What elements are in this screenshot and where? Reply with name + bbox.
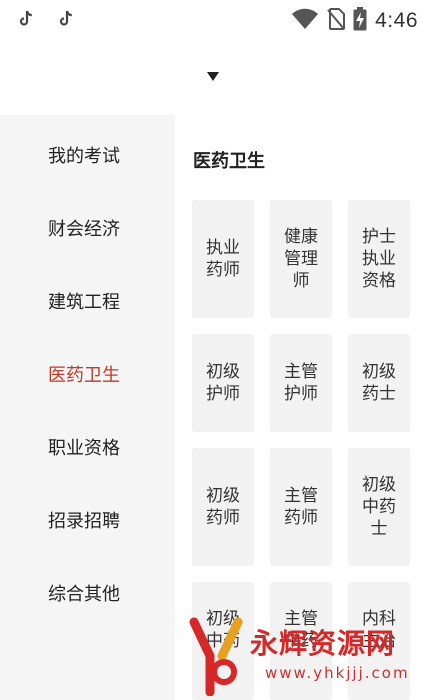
exam-card[interactable]: 初级药师: [192, 448, 254, 566]
exam-card[interactable]: 初级中药士: [348, 448, 410, 566]
clock: 4:46: [375, 9, 418, 32]
sidebar-item-label: 职业资格: [48, 438, 120, 459]
exam-card[interactable]: 主管药师: [270, 448, 332, 566]
sidebar-item-finance[interactable]: 财会经济: [0, 208, 175, 248]
exam-card[interactable]: 主管护师: [270, 334, 332, 432]
category-sidebar: 我的考试 财会经济 建筑工程 医药卫生 职业资格 招录招聘 综合其他: [0, 115, 175, 700]
exam-card-label: 初级药师: [206, 486, 240, 528]
exam-card[interactable]: 护士执业资格: [348, 200, 410, 318]
status-bar: 4:46: [0, 0, 430, 42]
wifi-icon: [291, 8, 319, 34]
sidebar-item-label: 我的考试: [48, 146, 120, 167]
exam-card-label: 初级护师: [206, 362, 240, 404]
exam-card[interactable]: 主管中药: [270, 582, 332, 700]
no-sim-icon: [327, 8, 346, 34]
exam-card[interactable]: 内科主治: [348, 582, 410, 700]
sidebar-item-label: 财会经济: [48, 219, 120, 240]
exam-card[interactable]: 初级中药: [192, 582, 254, 700]
exam-card-label: 初级药士: [362, 362, 396, 404]
battery-charging-icon: [353, 7, 367, 35]
exam-card[interactable]: 初级药士: [348, 334, 410, 432]
sidebar-item-label: 综合其他: [48, 584, 120, 605]
exam-card-label: 初级中药: [206, 609, 240, 651]
sidebar-item-other[interactable]: 综合其他: [0, 573, 175, 613]
sidebar-item-label: 招录招聘: [48, 511, 120, 532]
caret-down-icon[interactable]: [207, 72, 219, 81]
exam-card-label: 主管护师: [284, 362, 318, 404]
sidebar-item-construction[interactable]: 建筑工程: [0, 281, 175, 321]
exam-card[interactable]: 健康管理师: [270, 200, 332, 318]
exam-card-label: 执业药师: [206, 238, 240, 280]
exam-card-label: 初级中药士: [362, 475, 396, 539]
exam-card-label: 主管药师: [284, 486, 318, 528]
sidebar-item-label: 建筑工程: [48, 292, 120, 313]
section-title: 医药卫生: [193, 151, 265, 172]
sidebar-item-vocational[interactable]: 职业资格: [0, 427, 175, 467]
exam-card[interactable]: 初级护师: [192, 334, 254, 432]
category-panel: 医药卫生 执业药师 健康管理师 护士执业资格 初级护师 主管护师 初级药士 初级…: [175, 115, 430, 700]
exam-card-label: 内科主治: [362, 609, 396, 651]
sidebar-item-my-exams[interactable]: 我的考试: [0, 135, 175, 175]
exam-card-label: 健康管理师: [284, 227, 318, 291]
sidebar-item-recruitment[interactable]: 招录招聘: [0, 500, 175, 540]
tiktok-icon: [58, 10, 74, 32]
exam-card-label: 护士执业资格: [362, 227, 396, 291]
exam-card-label: 主管中药: [284, 609, 318, 651]
exam-card[interactable]: 执业药师: [192, 200, 254, 318]
sidebar-item-label: 医药卫生: [48, 365, 120, 386]
tiktok-icon: [18, 10, 34, 32]
sidebar-item-medical[interactable]: 医药卫生: [0, 354, 175, 394]
